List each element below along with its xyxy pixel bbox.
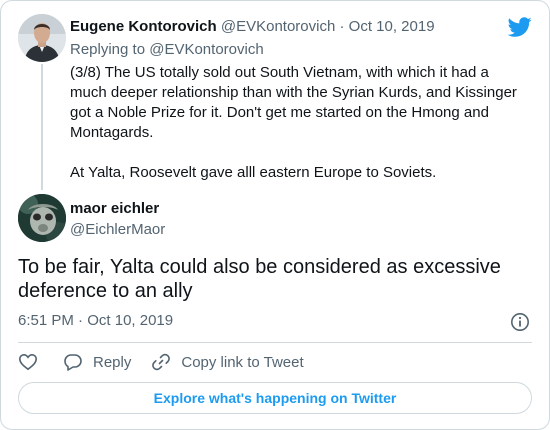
tweet-date[interactable]: Oct 10, 2019 bbox=[87, 312, 173, 329]
main-author-handle[interactable]: @EichlerMaor bbox=[70, 221, 165, 238]
tweet-timestamp[interactable]: 6:51 PM · Oct 10, 2019 bbox=[18, 312, 173, 329]
parent-author-name[interactable]: Eugene Kontorovich bbox=[70, 18, 217, 35]
main-author-name[interactable]: maor eichler bbox=[70, 200, 159, 217]
reply-label: Reply bbox=[93, 353, 132, 371]
avatar-maor-eichler[interactable] bbox=[18, 194, 66, 242]
thread-connector-line bbox=[41, 64, 43, 190]
heart-icon bbox=[18, 353, 38, 371]
parent-tweet-date[interactable]: Oct 10, 2019 bbox=[349, 18, 435, 35]
avatar-eugene-kontorovich[interactable] bbox=[18, 14, 66, 62]
twitter-bird-icon[interactable] bbox=[507, 15, 532, 39]
replying-to-line: Replying to @EVKontorovich bbox=[70, 41, 264, 58]
parent-tweet-text: (3/8) The US totally sold out South Viet… bbox=[70, 63, 520, 183]
actions-divider bbox=[18, 342, 532, 343]
tweet-actions-bar: Reply Copy link to Tweet bbox=[18, 351, 324, 373]
link-icon bbox=[152, 353, 171, 371]
reply-icon bbox=[64, 354, 82, 371]
replying-to-label: Replying to bbox=[70, 41, 146, 58]
main-tweet-text: To be fair, Yalta could also be consider… bbox=[18, 256, 501, 302]
copy-link-label: Copy link to Tweet bbox=[181, 353, 304, 371]
explore-twitter-button[interactable]: Explore what's happening on Twitter bbox=[18, 382, 532, 414]
tweet-time[interactable]: 6:51 PM bbox=[18, 312, 74, 329]
parent-author-handle[interactable]: @EVKontorovich bbox=[221, 18, 335, 35]
like-button[interactable] bbox=[18, 352, 38, 372]
timestamp-separator: · bbox=[78, 312, 84, 329]
parent-tweet-paragraph: At Yalta, Roosevelt gave alll eastern Eu… bbox=[70, 164, 437, 181]
header-separator: · bbox=[339, 18, 345, 35]
copy-link-button[interactable]: Copy link to Tweet bbox=[151, 352, 304, 372]
parent-tweet-paragraph: (3/8) The US totally sold out South Viet… bbox=[70, 64, 517, 141]
reply-button[interactable]: Reply bbox=[63, 352, 131, 372]
info-icon[interactable] bbox=[510, 312, 530, 332]
parent-tweet-header: Eugene Kontorovich @EVKontorovich · Oct … bbox=[70, 18, 435, 35]
replying-to-handle[interactable]: @EVKontorovich bbox=[149, 41, 263, 58]
tweet-embed-card: Eugene Kontorovich @EVKontorovich · Oct … bbox=[0, 0, 550, 430]
